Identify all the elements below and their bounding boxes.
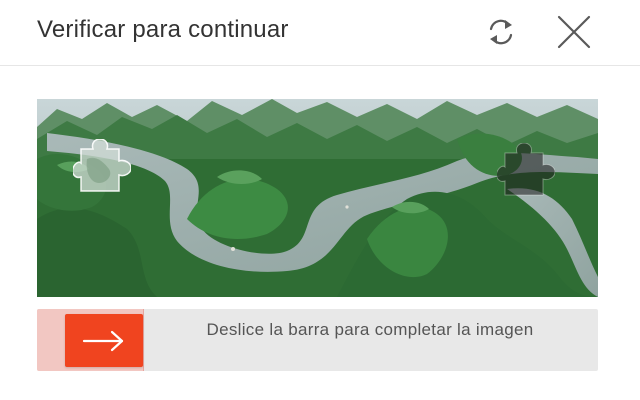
puzzle-piece-icon[interactable] <box>73 139 131 195</box>
slider-track[interactable]: Deslice la barra para completar la image… <box>37 309 598 371</box>
puzzle-slot-icon <box>497 143 555 196</box>
close-icon <box>557 15 591 49</box>
dialog-header: Verificar para continuar <box>0 0 640 66</box>
arrow-right-icon <box>82 330 124 351</box>
close-button[interactable] <box>554 12 594 52</box>
captcha-image <box>37 99 598 297</box>
refresh-icon <box>489 19 513 45</box>
captcha-dialog: Verificar para continuar Deslice la barr… <box>0 0 640 400</box>
slider-handle[interactable] <box>65 314 143 367</box>
refresh-button[interactable] <box>481 12 521 52</box>
dialog-title: Verificar para continuar <box>37 16 289 43</box>
slider-hint-text: Deslice la barra para completar la image… <box>206 320 534 339</box>
